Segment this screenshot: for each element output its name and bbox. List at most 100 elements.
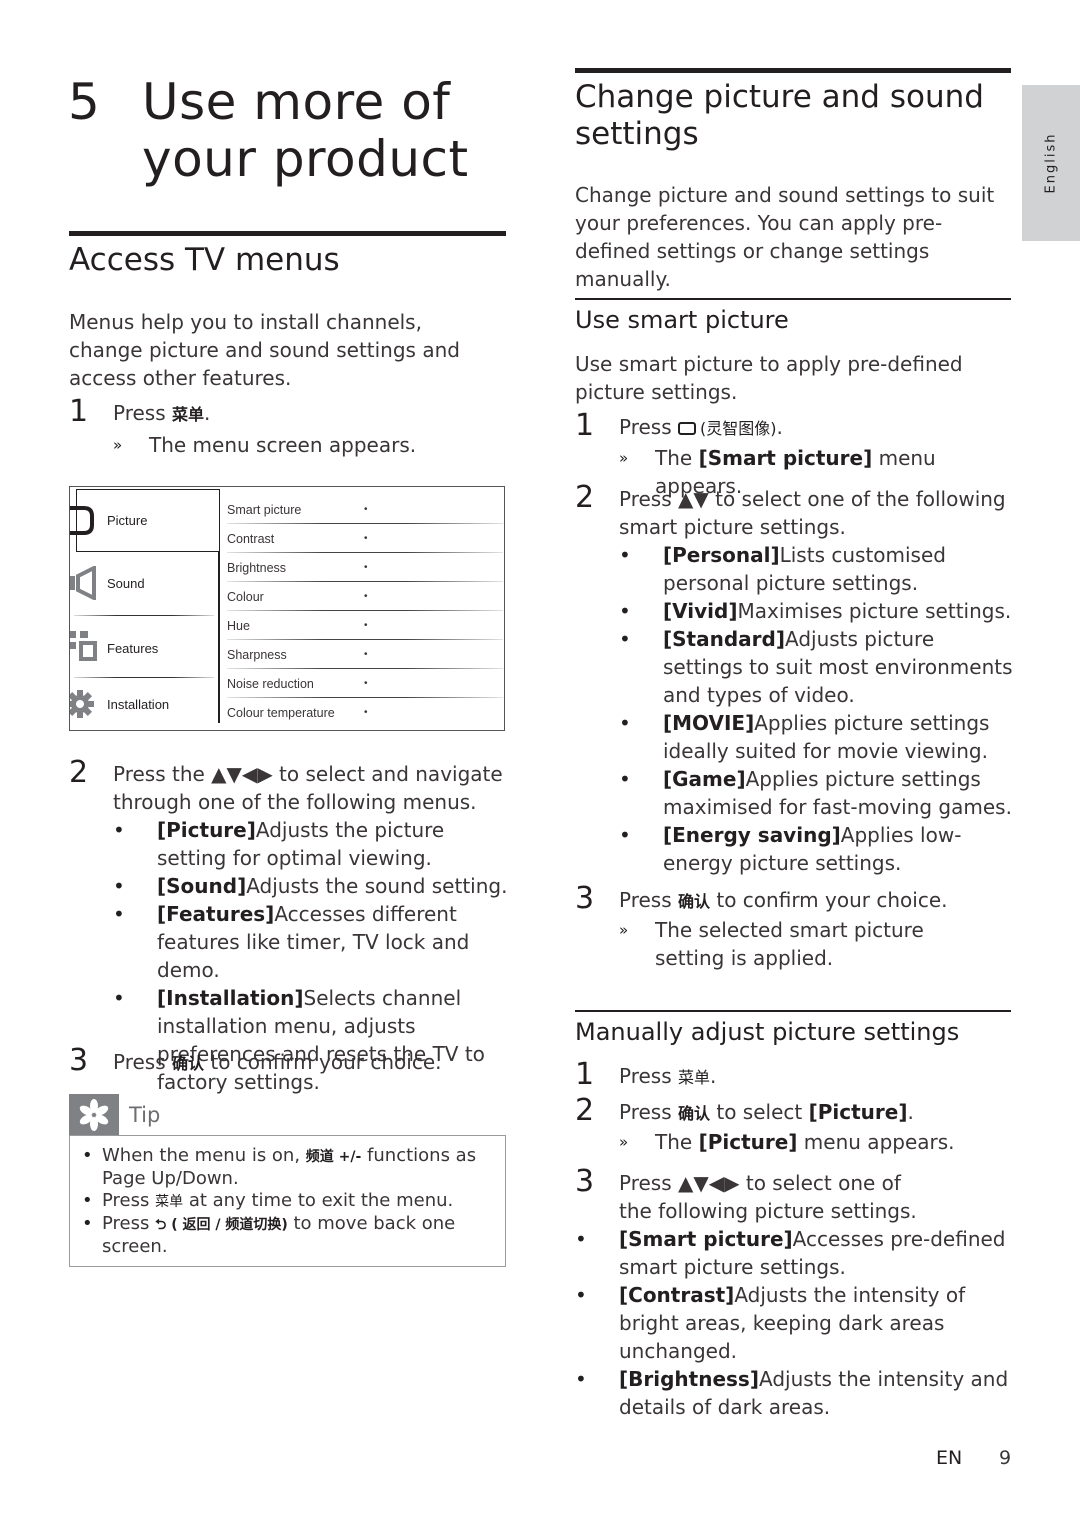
item-value: • — [364, 533, 368, 544]
description: Maximises picture settings. — [737, 599, 1012, 623]
result-arrow-icon: » — [619, 1133, 629, 1151]
step-text: Press ▲▼◀▶ to select one of the followin… — [619, 1171, 917, 1223]
menu-divider — [218, 551, 220, 723]
access-step-1: 1 Press 菜单. » The menu screen appears. — [69, 395, 509, 459]
tv-category-features[interactable]: Features — [70, 618, 219, 678]
term: [Picture] — [698, 1130, 798, 1154]
item-label: Smart picture — [227, 502, 302, 517]
step-result: The menu screen appears. — [149, 433, 417, 457]
access-step-3: 3 Press 确认 to confirm your choice. — [69, 1044, 509, 1078]
list-item: [Personal]Lists customised personal pict… — [619, 541, 1015, 597]
term: [Smart picture] — [619, 1227, 793, 1251]
term: [Picture] — [808, 1100, 908, 1124]
tv-menu-item[interactable]: Smart picture • — [227, 495, 503, 524]
step-text: Press ▲▼ to select one of the following … — [619, 487, 1006, 539]
speaker-icon — [70, 566, 96, 600]
channel-key: 频道 +/- — [305, 1149, 362, 1165]
menu-key: 菜单 — [678, 1068, 711, 1087]
tv-category-picture[interactable]: Picture — [70, 490, 219, 550]
step-text: Press — [113, 401, 172, 425]
section-divider — [69, 231, 506, 236]
tv-menu-item[interactable]: Contrast • — [227, 524, 503, 553]
step-text-end: . — [776, 415, 783, 439]
list-item: [Features]Accesses different features li… — [113, 900, 509, 984]
heading-access-tv-menus: Access TV menus — [69, 242, 340, 278]
smart-picture-options: [Personal]Lists customised personal pict… — [619, 541, 1015, 877]
list-item: [Standard]Adjusts picture settings to su… — [619, 625, 1015, 709]
tv-category-label: Sound — [107, 575, 145, 591]
picture-icon — [70, 506, 94, 535]
category-divider — [74, 615, 214, 616]
term: [Personal] — [663, 543, 780, 567]
term: [Brightness] — [619, 1367, 759, 1391]
step-text-end: . — [204, 401, 211, 425]
tv-menu-item[interactable]: Colour • — [227, 582, 503, 611]
step-number: 3 — [575, 881, 595, 916]
tv-menu-item[interactable]: Sharpness • — [227, 640, 503, 669]
item-label: Sharpness — [227, 647, 287, 662]
term: [Smart picture] — [698, 446, 873, 470]
tv-category-label: Features — [107, 640, 159, 656]
tv-category-label: Picture — [107, 512, 148, 528]
result-arrow-icon: » — [619, 449, 629, 467]
step-number: 2 — [575, 480, 595, 515]
footer-lang: EN — [936, 1447, 963, 1469]
smart-picture-key: (灵智图像) — [700, 419, 777, 438]
item-label: Noise reduction — [227, 676, 314, 691]
tip-label: Tip — [129, 1102, 161, 1127]
item-label: Hue — [227, 618, 250, 633]
item-label: Colour temperature — [227, 705, 335, 720]
subsection-divider — [575, 1010, 1011, 1012]
tv-menu-item[interactable]: Colour temperature • — [227, 698, 503, 727]
tv-category-sound[interactable]: Sound — [70, 553, 219, 613]
tv-category-installation[interactable]: Installation — [70, 674, 219, 734]
list-item: [Sound]Adjusts the sound setting. — [113, 872, 509, 900]
item-value: • — [364, 678, 368, 689]
step-text: Press — [619, 1064, 678, 1088]
list-item: [MOVIE]Applies picture settings ideally … — [619, 709, 1015, 765]
result-arrow-icon: » — [619, 921, 629, 939]
chapter-title-text: Use more of your product — [142, 73, 469, 188]
item-value: • — [364, 707, 368, 718]
item-value: • — [364, 620, 368, 631]
list-item: [Installation]Selects channel installati… — [113, 984, 509, 1096]
language-label: English — [1043, 132, 1059, 194]
access-menus-intro: Menus help you to install channels, chan… — [69, 310, 460, 390]
term: [Features] — [157, 902, 275, 926]
term: [Sound] — [157, 874, 247, 898]
step-text: Press — [113, 1050, 172, 1074]
tv-menu-item[interactable]: Brightness • — [227, 553, 503, 582]
result-text: The — [655, 446, 699, 470]
step-text-end: . — [907, 1100, 914, 1124]
item-value: • — [364, 562, 368, 573]
list-item: [Energy saving]Applies low-energy pictur… — [619, 821, 1015, 877]
tip-item: When the menu is on, 频道 +/- functions as… — [82, 1145, 493, 1190]
smart-step-3: 3 Press 确认 to confirm your choice. » The … — [575, 882, 1015, 972]
change-settings-intro: Change picture and sound settings to sui… — [575, 183, 995, 291]
term: [Picture] — [157, 818, 256, 842]
tv-category-label: Installation — [107, 696, 170, 712]
list-item: [Picture]Adjusts the picture setting for… — [113, 816, 509, 872]
menu-key: 菜单 — [172, 405, 205, 424]
manual-step-1: 1 Press 菜单. — [575, 1058, 1015, 1092]
step-text-mid: to select — [710, 1100, 809, 1124]
description: Adjusts the sound setting. — [246, 874, 508, 898]
heading-smart-picture: Use smart picture — [575, 306, 789, 334]
item-value: • — [364, 591, 368, 602]
result-text: The — [655, 1130, 699, 1154]
step-text: Press — [619, 1100, 678, 1124]
result-arrow-icon: » — [113, 436, 123, 454]
tv-menu-item[interactable]: Noise reduction • — [227, 669, 503, 698]
term: [Game] — [663, 767, 746, 791]
tip-text-end: at any time to exit the menu. — [183, 1190, 454, 1211]
step-text-end: to confirm your choice. — [204, 1050, 442, 1074]
tv-menu-items: Smart picture • Contrast • Brightness • Col… — [227, 495, 503, 727]
heading-change-settings: Change picture and sound settings — [575, 79, 984, 152]
tv-menu-screenshot: Picture Sound Features Installation Smar… — [69, 486, 505, 731]
step-number: 1 — [575, 408, 595, 443]
item-value: • — [364, 504, 368, 515]
term: [Energy saving] — [663, 823, 841, 847]
smart-picture-key-icon — [678, 422, 696, 435]
tv-menu-item[interactable]: Hue • — [227, 611, 503, 640]
step-number: 1 — [69, 394, 89, 429]
